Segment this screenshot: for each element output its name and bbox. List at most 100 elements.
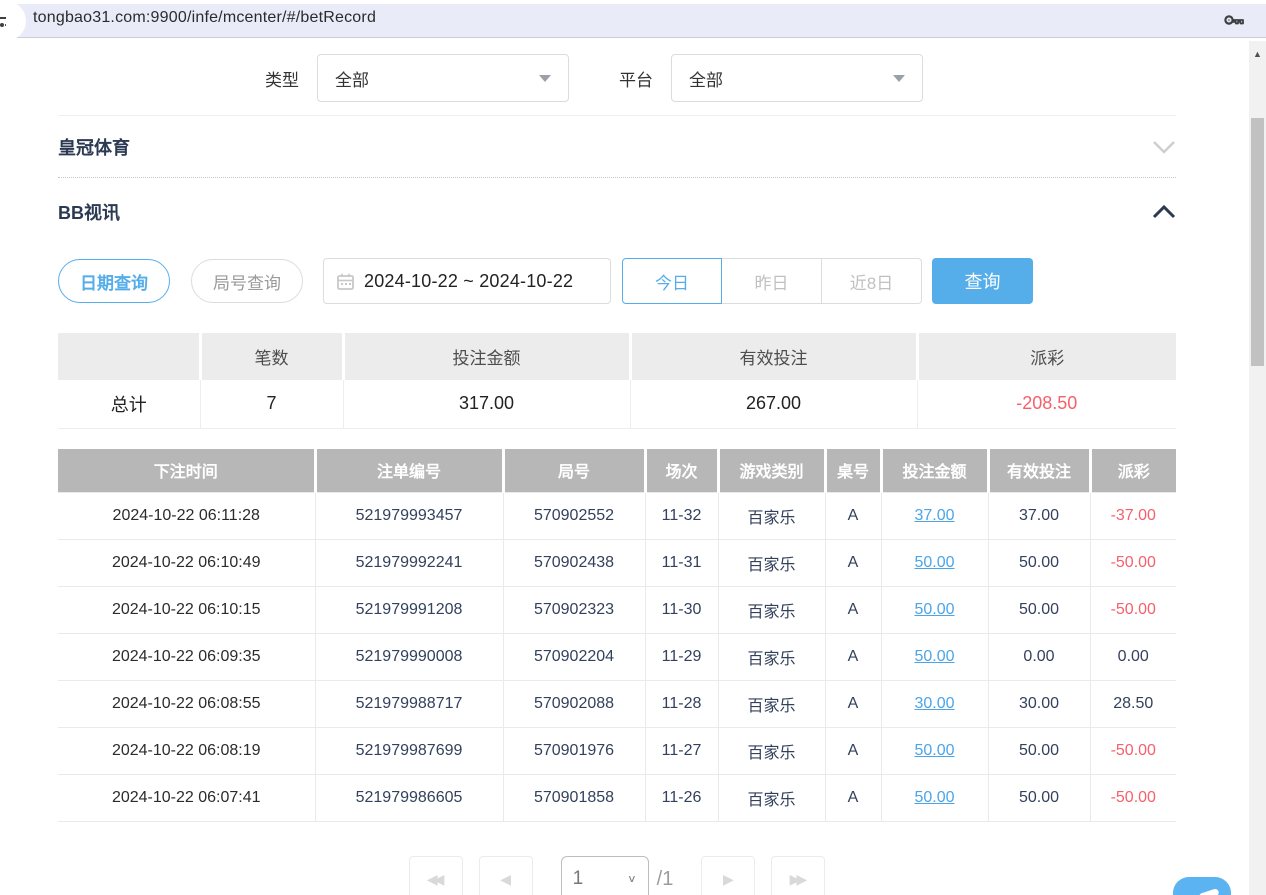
round-id: 570901976 xyxy=(503,728,645,775)
bet-id: 521979987699 xyxy=(315,728,503,775)
bet-amount-cell: 50.00 xyxy=(881,540,988,587)
table-row: 2024-10-22 06:09:35521979990008570902204… xyxy=(58,634,1176,681)
column-header-bet-amount: 投注金额 xyxy=(343,333,630,380)
table-no: A xyxy=(825,587,881,634)
bet-amount-cell: 50.00 xyxy=(881,775,988,822)
column-header-bet-amount: 投注金额 xyxy=(881,449,988,493)
valid-bet: 50.00 xyxy=(988,728,1090,775)
search-button[interactable]: 查询 xyxy=(932,258,1033,304)
bet-id: 521979991208 xyxy=(315,587,503,634)
section-bb-video[interactable]: BB视讯 xyxy=(58,178,1176,246)
bet-amount-link[interactable]: 50.00 xyxy=(914,554,954,571)
valid-bet: 37.00 xyxy=(988,493,1090,540)
table-no: A xyxy=(825,775,881,822)
vertical-scrollbar[interactable]: ▲ xyxy=(1249,41,1266,895)
game-type: 百家乐 xyxy=(718,775,825,822)
payout: -50.00 xyxy=(1090,540,1176,587)
bet-amount-cell: 37.00 xyxy=(881,493,988,540)
column-header-valid-bet: 有效投注 xyxy=(630,333,917,380)
section-crown-sports[interactable]: 皇冠体育 xyxy=(58,116,1176,177)
column-header-game-type: 游戏类别 xyxy=(718,449,825,493)
caret-down-icon xyxy=(539,75,551,82)
last-page-button[interactable]: ▶▶ xyxy=(771,856,825,895)
scroll-up-arrow-icon[interactable]: ▲ xyxy=(1249,41,1266,59)
summary-payout: -208.50 xyxy=(917,380,1176,428)
yesterday-button[interactable]: 昨日 xyxy=(722,258,822,304)
last-8-days-button[interactable]: 近8日 xyxy=(822,258,922,304)
bet-time: 2024-10-22 06:11:28 xyxy=(58,493,315,540)
bet-amount-link[interactable]: 50.00 xyxy=(914,742,954,759)
summary-total-row: 总计 7 317.00 267.00 -208.50 xyxy=(58,380,1176,428)
bet-amount-cell: 30.00 xyxy=(881,681,988,728)
bet-time: 2024-10-22 06:10:15 xyxy=(58,587,315,634)
calendar-icon xyxy=(337,273,354,290)
game-type: 百家乐 xyxy=(718,728,825,775)
column-header-valid-bet: 有效投注 xyxy=(988,449,1090,493)
valid-bet: 50.00 xyxy=(988,587,1090,634)
bet-id: 521979988717 xyxy=(315,681,503,728)
round-id: 570902088 xyxy=(503,681,645,728)
date-range-value: 2024-10-22 ~ 2024-10-22 xyxy=(364,271,573,292)
prev-page-button[interactable]: ◀ xyxy=(479,856,533,895)
table-row: 2024-10-22 06:08:55521979988717570902088… xyxy=(58,681,1176,728)
platform-select[interactable]: 全部 xyxy=(671,54,923,102)
bet-table-header-row: 下注时间 注单编号 局号 场次 游戏类别 桌号 投注金额 有效投注 派彩 xyxy=(58,449,1176,493)
valid-bet: 0.00 xyxy=(988,634,1090,681)
table-no: A xyxy=(825,634,881,681)
session: 11-30 xyxy=(645,587,718,634)
next-page-icon: ▶ xyxy=(723,871,734,888)
round-id: 570902323 xyxy=(503,587,645,634)
first-page-icon: ◀◀ xyxy=(431,871,441,888)
bet-amount-link[interactable]: 30.00 xyxy=(914,695,954,712)
column-header-payout: 派彩 xyxy=(1090,449,1176,493)
type-select-value: 全部 xyxy=(335,66,369,91)
last-page-icon: ▶▶ xyxy=(794,871,804,888)
today-button[interactable]: 今日 xyxy=(622,258,722,304)
bet-time: 2024-10-22 06:08:55 xyxy=(58,681,315,728)
session: 11-31 xyxy=(645,540,718,587)
customer-service-chat-button[interactable] xyxy=(1173,877,1231,895)
page-number-value: 1 xyxy=(573,868,584,890)
date-query-button[interactable]: 日期查询 xyxy=(58,259,170,303)
bet-id: 521979993457 xyxy=(315,493,503,540)
section-title-crown-sports: 皇冠体育 xyxy=(58,134,130,160)
type-select[interactable]: 全部 xyxy=(317,54,569,102)
round-query-button[interactable]: 局号查询 xyxy=(191,259,303,303)
key-icon[interactable] xyxy=(1223,12,1245,28)
column-header-session: 场次 xyxy=(645,449,718,493)
column-header-payout: 派彩 xyxy=(917,333,1176,380)
column-header-count: 笔数 xyxy=(200,333,343,380)
summary-count: 7 xyxy=(200,380,343,428)
valid-bet: 30.00 xyxy=(988,681,1090,728)
game-type: 百家乐 xyxy=(718,493,825,540)
date-range-input[interactable]: 2024-10-22 ~ 2024-10-22 xyxy=(323,258,611,304)
bet-amount-link[interactable]: 50.00 xyxy=(914,648,954,665)
first-page-button[interactable]: ◀◀ xyxy=(409,856,463,895)
scrollbar-thumb[interactable] xyxy=(1251,118,1264,366)
bet-amount-link[interactable]: 37.00 xyxy=(914,507,954,524)
bet-amount-link[interactable]: 50.00 xyxy=(914,789,954,806)
type-filter-label: 类型 xyxy=(265,66,299,91)
session: 11-32 xyxy=(645,493,718,540)
page-number-select[interactable]: 1 ∨ xyxy=(561,856,649,895)
column-header-round-id: 局号 xyxy=(503,449,645,493)
bet-id: 521979990008 xyxy=(315,634,503,681)
platform-filter-label: 平台 xyxy=(619,66,653,91)
section-title-bb-video: BB视讯 xyxy=(58,199,120,225)
url-field[interactable]: tongbao31.com:9900/infe/mcenter/#/betRec… xyxy=(33,9,376,27)
next-page-button[interactable]: ▶ xyxy=(701,856,755,895)
table-row: 2024-10-22 06:10:15521979991208570902323… xyxy=(58,587,1176,634)
table-no: A xyxy=(825,540,881,587)
table-row: 2024-10-22 06:08:19521979987699570901976… xyxy=(58,728,1176,775)
table-row: 2024-10-22 06:07:41521979986605570901858… xyxy=(58,775,1176,822)
query-bar: 日期查询 局号查询 2024-10-22 ~ 2024-10-22 xyxy=(58,258,1176,304)
pagination: ◀◀ ◀ 1 ∨ /1 ▶ ▶▶ xyxy=(58,849,1176,895)
caret-down-icon xyxy=(893,75,905,82)
game-type: 百家乐 xyxy=(718,681,825,728)
table-row: 2024-10-22 06:11:28521979993457570902552… xyxy=(58,493,1176,540)
bet-records-table: 下注时间 注单编号 局号 场次 游戏类别 桌号 投注金额 有效投注 派彩 202… xyxy=(58,449,1176,823)
bet-amount-link[interactable]: 50.00 xyxy=(914,601,954,618)
prev-page-icon: ◀ xyxy=(500,871,511,888)
round-id: 570902438 xyxy=(503,540,645,587)
valid-bet: 50.00 xyxy=(988,775,1090,822)
